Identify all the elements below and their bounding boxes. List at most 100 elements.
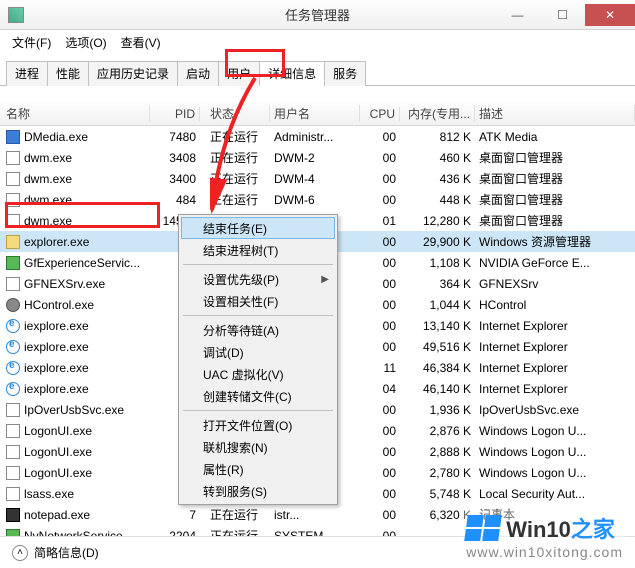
- table-row[interactable]: DMedia.exe7480正在运行Administr...00812 KATK…: [0, 126, 635, 147]
- process-description: Windows 资源管理器: [475, 233, 635, 250]
- process-description: 桌面窗口管理器: [475, 149, 635, 166]
- process-cpu: 00: [360, 466, 400, 480]
- process-cpu: 00: [360, 298, 400, 312]
- process-cpu: 01: [360, 214, 400, 228]
- context-end-tree[interactable]: 结束进程树(T): [181, 239, 335, 261]
- menu-options[interactable]: 选项(O): [59, 32, 112, 53]
- process-description: 桌面窗口管理器: [475, 212, 635, 229]
- process-memory: 46,384 K: [400, 361, 475, 375]
- process-description: Internet Explorer: [475, 319, 635, 333]
- process-memory: 812 K: [400, 130, 475, 144]
- watermark-brand-a: Win10: [506, 517, 571, 542]
- process-name: dwm.exe: [24, 193, 72, 207]
- process-cpu: 00: [360, 235, 400, 249]
- context-analyze-wait[interactable]: 分析等待链(A): [181, 319, 335, 341]
- process-memory: 460 K: [400, 151, 475, 165]
- context-set-affinity[interactable]: 设置相关性(F): [181, 290, 335, 312]
- process-pid: 3408: [150, 151, 200, 165]
- process-name: iexplore.exe: [24, 319, 89, 333]
- process-memory: 1,108 K: [400, 256, 475, 270]
- tab-startup[interactable]: 启动: [177, 61, 219, 86]
- maximize-button[interactable]: ☐: [540, 4, 585, 26]
- process-name: LogonUI.exe: [24, 424, 92, 438]
- table-row[interactable]: dwm.exe3408正在运行DWM-200460 K桌面窗口管理器: [0, 147, 635, 168]
- process-memory: 1,936 K: [400, 403, 475, 417]
- column-user[interactable]: 用户名: [270, 105, 360, 122]
- simple-info-button[interactable]: 简略信息(D): [34, 544, 99, 561]
- process-name: dwm.exe: [24, 151, 72, 165]
- tab-app-history[interactable]: 应用历史记录: [88, 61, 178, 86]
- context-set-priority[interactable]: 设置优先级(P)▶: [181, 268, 335, 290]
- process-memory: 46,140 K: [400, 382, 475, 396]
- tab-strip: 进程 性能 应用历史记录 启动 用户 详细信息 服务: [0, 56, 635, 86]
- process-cpu: 00: [360, 403, 400, 417]
- process-icon: [6, 214, 20, 228]
- watermark-brand-b: 之家: [571, 517, 615, 542]
- context-open-location[interactable]: 打开文件位置(O): [181, 414, 335, 436]
- process-name: GFNEXSrv.exe: [24, 277, 105, 291]
- table-row[interactable]: dwm.exe3400正在运行DWM-400436 K桌面窗口管理器: [0, 168, 635, 189]
- process-description: HControl: [475, 298, 635, 312]
- context-debug[interactable]: 调试(D): [181, 341, 335, 363]
- tab-details[interactable]: 详细信息: [259, 61, 325, 86]
- process-icon: [6, 424, 20, 438]
- process-cpu: 00: [360, 172, 400, 186]
- process-icon: [6, 130, 20, 144]
- column-memory[interactable]: 内存(专用...: [400, 105, 475, 122]
- process-cpu: 00: [360, 340, 400, 354]
- table-row[interactable]: dwm.exe484正在运行DWM-600448 K桌面窗口管理器: [0, 189, 635, 210]
- process-memory: 2,780 K: [400, 466, 475, 480]
- process-cpu: 00: [360, 424, 400, 438]
- process-user: DWM-4: [270, 172, 360, 186]
- process-name: HControl.exe: [24, 298, 94, 312]
- context-create-dump[interactable]: 创建转储文件(C): [181, 385, 335, 407]
- context-search-online[interactable]: 联机搜索(N): [181, 436, 335, 458]
- context-menu: 结束任务(E) 结束进程树(T) 设置优先级(P)▶ 设置相关性(F) 分析等待…: [178, 214, 338, 505]
- tab-processes[interactable]: 进程: [6, 61, 48, 86]
- process-cpu: 00: [360, 130, 400, 144]
- process-status: 正在运行: [200, 128, 270, 145]
- process-name: LogonUI.exe: [24, 445, 92, 459]
- process-name: LogonUI.exe: [24, 466, 92, 480]
- column-cpu[interactable]: CPU: [360, 107, 400, 121]
- process-description: ATK Media: [475, 130, 635, 144]
- collapse-chevron-icon[interactable]: ˄: [12, 545, 28, 561]
- column-status[interactable]: 状态: [200, 105, 270, 122]
- process-description: Windows Logon U...: [475, 424, 635, 438]
- context-uac[interactable]: UAC 虚拟化(V): [181, 363, 335, 385]
- process-pid: 7480: [150, 130, 200, 144]
- process-icon: [6, 340, 20, 354]
- process-name: GfExperienceServic...: [24, 256, 140, 270]
- window-buttons: — ☐ ✕: [495, 4, 635, 26]
- process-user: DWM-2: [270, 151, 360, 165]
- tab-services[interactable]: 服务: [324, 61, 366, 86]
- process-icon: [6, 256, 20, 270]
- process-status: 正在运行: [200, 506, 270, 523]
- process-description: IpOverUsbSvc.exe: [475, 403, 635, 417]
- menu-view[interactable]: 查看(V): [115, 32, 167, 53]
- column-pid[interactable]: PID: [150, 107, 200, 121]
- column-name[interactable]: 名称: [0, 105, 150, 122]
- context-end-task[interactable]: 结束任务(E): [181, 217, 335, 239]
- process-description: 桌面窗口管理器: [475, 191, 635, 208]
- process-description: NVIDIA GeForce E...: [475, 256, 635, 270]
- context-properties[interactable]: 属性(R): [181, 458, 335, 480]
- tab-users[interactable]: 用户: [218, 61, 260, 86]
- process-memory: 29,900 K: [400, 235, 475, 249]
- process-cpu: 00: [360, 319, 400, 333]
- close-button[interactable]: ✕: [585, 4, 635, 26]
- column-description[interactable]: 描述: [475, 105, 635, 122]
- column-header-row: 名称 PID 状态 用户名 CPU 内存(专用... 描述: [0, 102, 635, 126]
- process-icon: [6, 382, 20, 396]
- minimize-button[interactable]: —: [495, 4, 540, 26]
- process-icon: [6, 151, 20, 165]
- context-separator: [183, 315, 333, 316]
- process-memory: 436 K: [400, 172, 475, 186]
- process-description: GFNEXSrv: [475, 277, 635, 291]
- process-name: dwm.exe: [24, 172, 72, 186]
- tab-performance[interactable]: 性能: [47, 61, 89, 86]
- menu-file[interactable]: 文件(F): [6, 32, 57, 53]
- context-goto-services[interactable]: 转到服务(S): [181, 480, 335, 502]
- process-cpu: 00: [360, 487, 400, 501]
- process-icon: [6, 487, 20, 501]
